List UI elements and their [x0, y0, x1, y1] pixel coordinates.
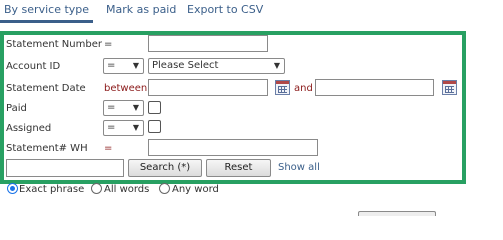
exact-phrase-radio[interactable]: [7, 183, 18, 194]
statement-wh-label: Statement# WH: [6, 143, 88, 154]
by-service-type-tab[interactable]: By service type: [4, 3, 89, 16]
search-input[interactable]: [6, 159, 124, 177]
assigned-checkbox[interactable]: [148, 120, 161, 133]
chevron-down-icon: ▼: [132, 103, 139, 112]
export-csv-link[interactable]: Export to CSV: [187, 3, 263, 16]
reset-button[interactable]: Reset: [206, 159, 271, 177]
account-id-operator-select[interactable]: = ▼: [103, 58, 144, 74]
assigned-label: Assigned: [6, 123, 52, 134]
show-all-link[interactable]: Show all: [278, 162, 320, 173]
paid-label: Paid: [6, 103, 27, 114]
calendar-icon[interactable]: [442, 80, 457, 95]
statement-date-to-input[interactable]: [315, 79, 434, 96]
search-button[interactable]: Search (*): [128, 159, 202, 177]
assigned-operator-value: =: [107, 122, 116, 133]
statement-number-input[interactable]: [148, 35, 268, 52]
statement-wh-operator: =: [104, 143, 113, 154]
any-word-radio[interactable]: [159, 183, 170, 194]
toolbar: By service type Mark as paid Export to C…: [0, 0, 503, 24]
chevron-down-icon: ▼: [273, 61, 280, 70]
statement-date-from-input[interactable]: [148, 79, 268, 96]
any-word-label: Any word: [172, 184, 219, 195]
chevron-down-icon: ▼: [132, 61, 139, 70]
statement-date-operator: between: [104, 83, 148, 94]
statement-number-label: Statement Number: [6, 39, 102, 50]
partial-button[interactable]: [358, 211, 436, 216]
all-words-label: All words: [104, 184, 150, 195]
statement-number-operator: =: [104, 39, 113, 50]
assigned-operator-select[interactable]: = ▼: [103, 120, 144, 136]
active-tab-indicator: [0, 20, 93, 23]
paid-checkbox[interactable]: [148, 101, 161, 114]
statement-date-label: Statement Date: [6, 83, 86, 94]
statement-date-joiner: and: [294, 83, 313, 94]
exact-phrase-label: Exact phrase: [19, 184, 85, 195]
all-words-radio[interactable]: [91, 183, 102, 194]
statement-wh-input[interactable]: [148, 139, 318, 156]
account-id-label: Account ID: [6, 61, 61, 72]
paid-operator-select[interactable]: = ▼: [103, 100, 144, 116]
chevron-down-icon: ▼: [132, 123, 139, 132]
account-id-select[interactable]: Please Select ▼: [148, 58, 285, 74]
account-id-operator-value: =: [107, 60, 116, 71]
calendar-icon[interactable]: [275, 80, 290, 95]
account-id-value: Please Select: [152, 60, 219, 71]
paid-operator-value: =: [107, 102, 116, 113]
mark-as-paid-link[interactable]: Mark as paid: [106, 3, 176, 16]
